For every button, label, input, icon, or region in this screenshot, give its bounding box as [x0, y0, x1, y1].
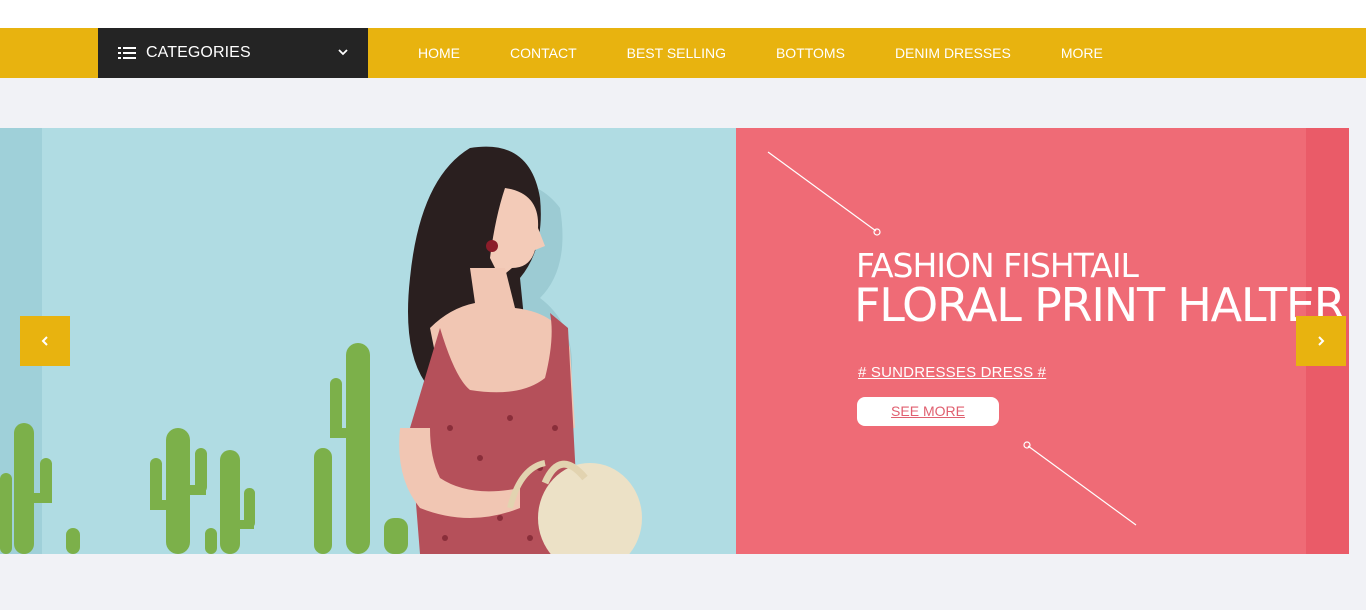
chevron-down-icon: [338, 49, 348, 56]
menu-item-bottoms[interactable]: BOTTOMS: [751, 28, 870, 78]
menu-item-more[interactable]: MORE: [1036, 28, 1128, 78]
categories-label: CATEGORIES: [146, 44, 251, 61]
chevron-right-icon: [1318, 336, 1325, 346]
banner-photo: [0, 128, 736, 554]
banner-headline-2: FLORAL PRINT HALTER: [854, 278, 1346, 332]
decorative-lines: [767, 151, 1137, 526]
menu-item-contact[interactable]: CONTACT: [485, 28, 602, 78]
main-menu: HOME CONTACT BEST SELLING BOTTOMS DENIM …: [393, 28, 1128, 78]
top-strip: [0, 0, 1366, 28]
slider-prev-button[interactable]: [20, 316, 70, 366]
chevron-left-icon: [41, 336, 48, 346]
list-icon: [118, 47, 136, 59]
menu-item-best-selling[interactable]: BEST SELLING: [602, 28, 751, 78]
main-navbar: CATEGORIES HOME CONTACT BEST SELLING BOT…: [0, 28, 1366, 78]
banner-text-panel: FASHION FISHTAIL FLORAL PRINT HALTER # S…: [736, 128, 1349, 554]
menu-item-denim-dresses[interactable]: DENIM DRESSES: [870, 28, 1036, 78]
menu-item-home[interactable]: HOME: [393, 28, 485, 78]
banner-tagline[interactable]: # SUNDRESSES DRESS #: [858, 364, 1046, 381]
categories-dropdown-button[interactable]: CATEGORIES: [98, 28, 368, 78]
see-more-button[interactable]: SEE MORE: [857, 397, 999, 426]
model-illustration: [0, 128, 642, 554]
hero-banner-slide[interactable]: FASHION FISHTAIL FLORAL PRINT HALTER # S…: [0, 128, 1349, 554]
slider-next-button[interactable]: [1296, 316, 1346, 366]
